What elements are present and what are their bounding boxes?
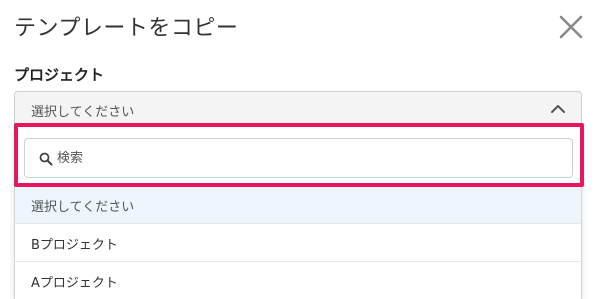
modal-title: テンプレートをコピー <box>14 16 239 41</box>
project-select-value: 選択してください <box>31 105 135 120</box>
copy-template-modal: テンプレートをコピー プロジェクト 選択してください 選択してください Bプロジ… <box>0 0 598 299</box>
dropdown-search-field[interactable] <box>24 138 573 178</box>
project-field-label: プロジェクト <box>14 66 105 84</box>
search-input[interactable] <box>57 139 557 177</box>
close-icon <box>559 15 583 39</box>
project-select[interactable]: 選択してください <box>14 91 582 127</box>
close-button[interactable] <box>556 12 586 42</box>
dropdown-option-b-project[interactable]: Bプロジェクト <box>15 224 581 262</box>
dropdown-option-placeholder[interactable]: 選択してください <box>15 186 581 224</box>
dropdown-option-a-project[interactable]: Aプロジェクト <box>15 262 581 299</box>
search-icon <box>39 152 53 166</box>
chevron-up-icon <box>551 105 565 113</box>
